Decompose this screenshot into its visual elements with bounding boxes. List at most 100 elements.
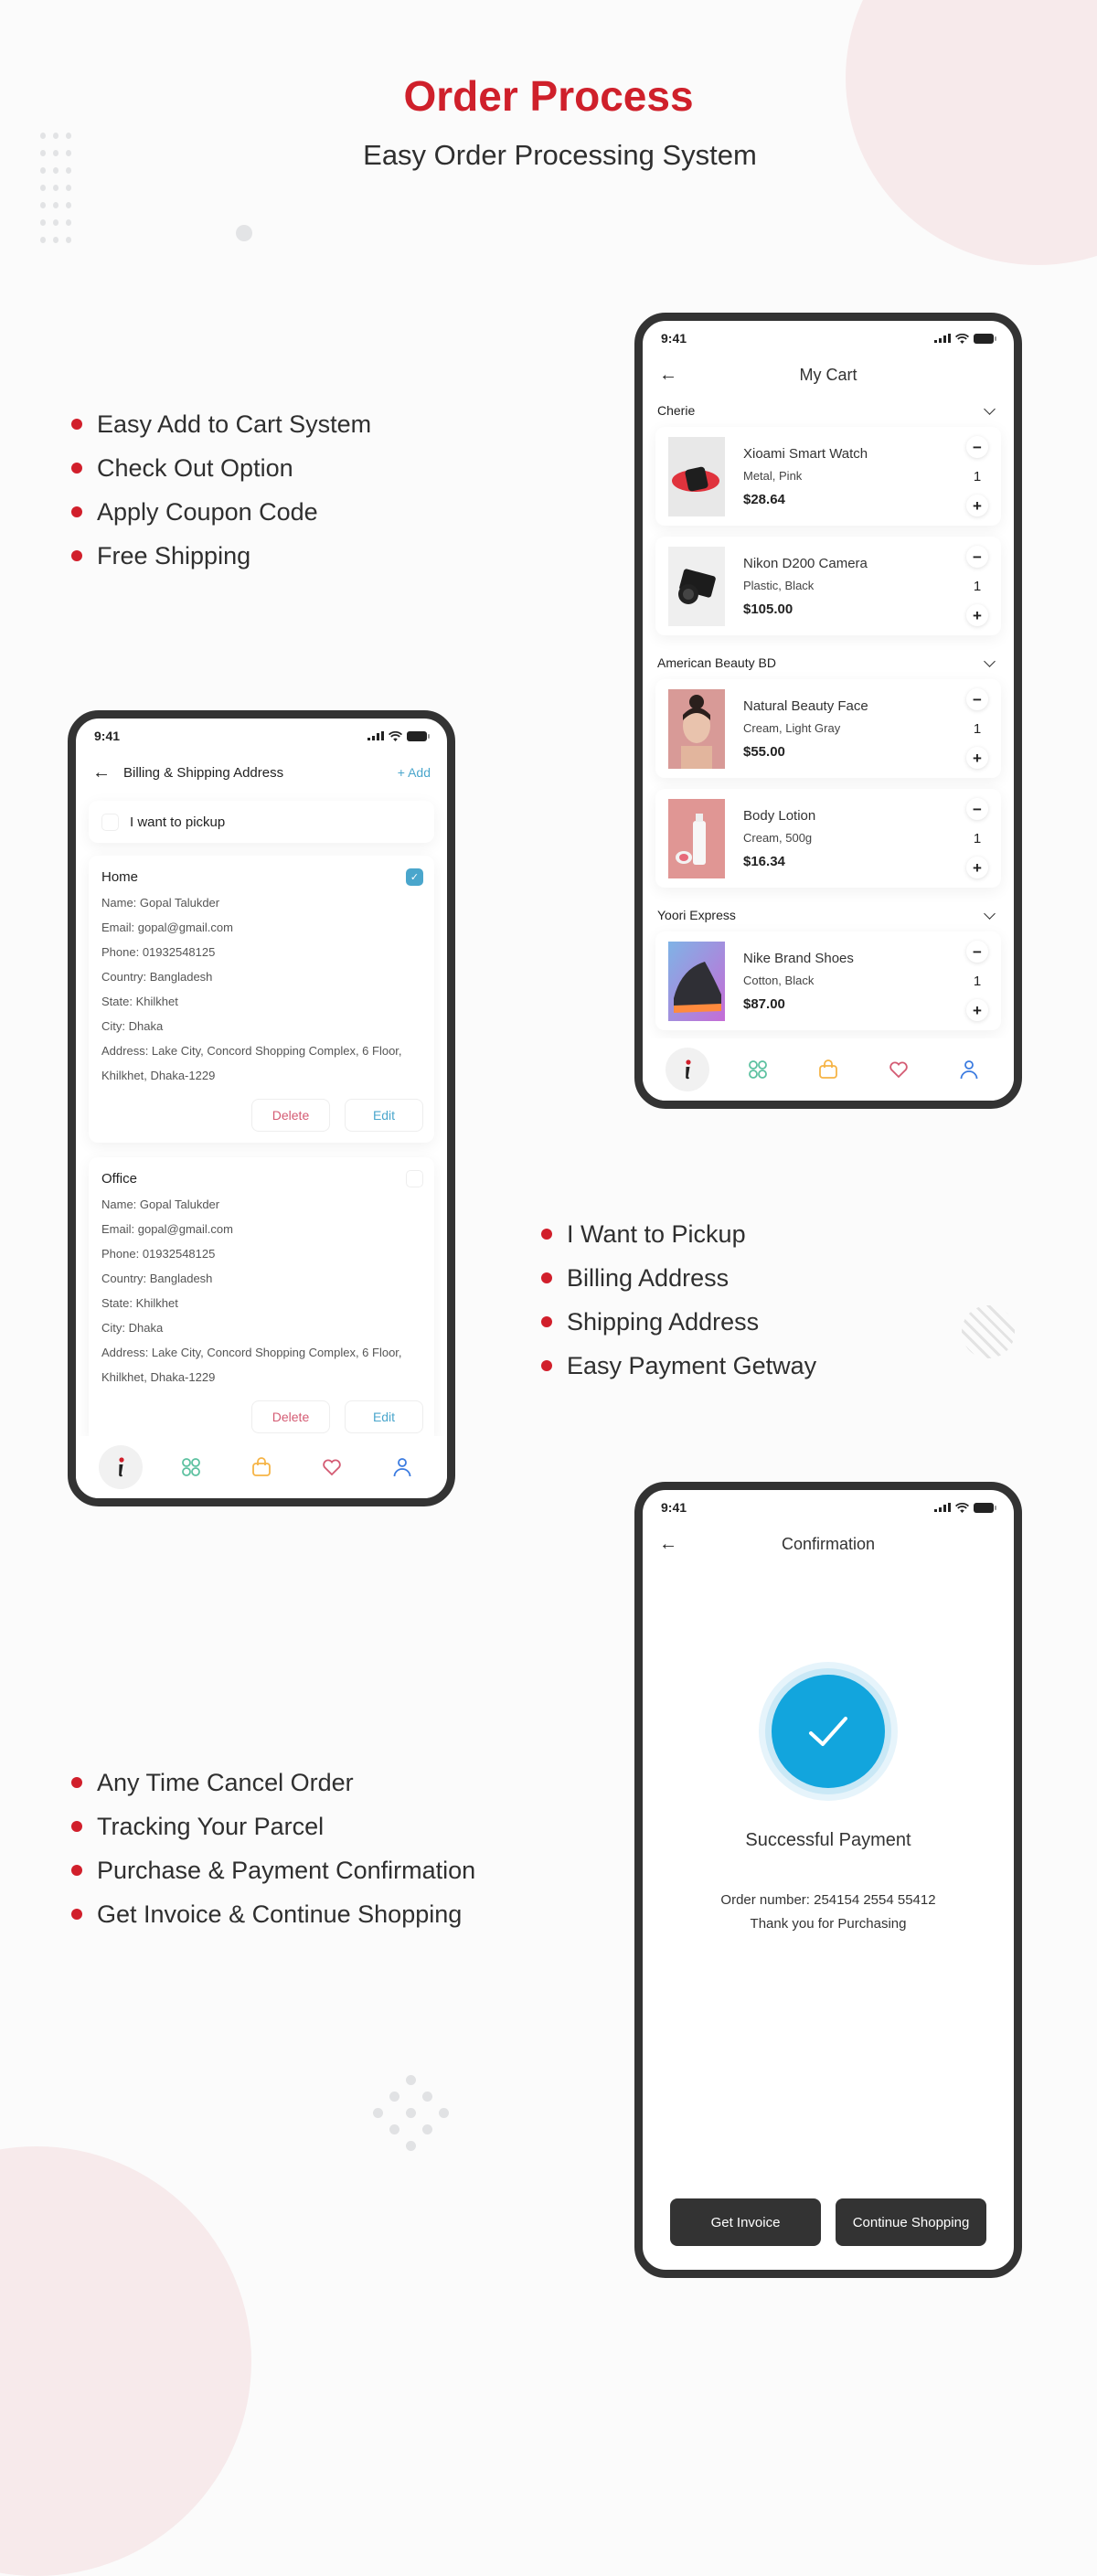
product-variant: Plastic, Black	[743, 578, 815, 592]
chevron-down-icon[interactable]	[984, 907, 996, 920]
chevron-down-icon[interactable]	[984, 655, 996, 667]
decrease-button[interactable]: −	[966, 688, 988, 710]
grid-icon	[180, 1456, 202, 1478]
pickup-checkbox[interactable]	[101, 813, 119, 831]
decrease-button[interactable]: −	[966, 546, 988, 568]
address-detail: Name: Gopal Talukder	[101, 896, 220, 910]
store-header[interactable]: American Beauty BD	[655, 646, 1001, 679]
feature-label: Billing Address	[567, 1263, 730, 1292]
app-bar: ← Confirmation	[643, 1525, 1014, 1563]
bullet-icon	[541, 1272, 552, 1283]
nav-item-wishlist[interactable]	[310, 1445, 354, 1489]
decor-dot	[422, 2092, 432, 2102]
increase-button[interactable]: +	[966, 495, 988, 516]
heart-icon	[321, 1456, 343, 1478]
status-bar: 9:41	[76, 719, 447, 753]
product-image-face-portrait	[668, 688, 725, 769]
increase-button[interactable]: +	[966, 604, 988, 626]
cart-list[interactable]: Cherie Xioami Smart Watch Metal, Pink $28.6…	[643, 394, 1014, 1030]
address-card-header: Office	[101, 1168, 423, 1188]
feature-list-address: I Want to Pickup Billing Address Shipping …	[541, 1212, 816, 1388]
increase-button[interactable]: +	[966, 999, 988, 1021]
nav-item-bag[interactable]	[806, 1048, 850, 1091]
delete-address-button[interactable]: Delete	[251, 1099, 330, 1132]
quantity-stepper: − 1 +	[966, 688, 988, 769]
decrease-button[interactable]: −	[966, 798, 988, 820]
feature-item: Shipping Address	[541, 1300, 816, 1344]
back-arrow-icon[interactable]: ←	[92, 762, 111, 783]
signal-icon	[934, 1503, 951, 1512]
edit-address-button[interactable]: Edit	[345, 1400, 423, 1433]
add-address-button[interactable]: + Add	[398, 765, 431, 780]
decor-dot	[40, 219, 46, 226]
bullet-icon	[71, 463, 82, 474]
pickup-label: I want to pickup	[130, 814, 226, 830]
nav-item-profile[interactable]	[380, 1445, 424, 1489]
decor-dot	[406, 2141, 416, 2151]
cart-item: Nike Brand Shoes Cotton, Black $87.00 − 1 +	[655, 931, 1001, 1030]
nav-item-home[interactable]	[98, 1445, 143, 1489]
address-detail: Address: Lake City, Concord Shopping Com…	[101, 1044, 402, 1082]
store-header[interactable]: Yoori Express	[655, 899, 1001, 931]
thank-you-text: Thank you for Purchasing	[750, 1916, 907, 1932]
delete-address-button[interactable]: Delete	[251, 1400, 330, 1433]
decor-dot	[373, 2108, 383, 2118]
address-select-checkbox[interactable]: ✓	[406, 868, 423, 886]
product-image-sneakers	[668, 941, 725, 1021]
decor-dot	[66, 202, 71, 208]
feature-label: Any Time Cancel Order	[97, 1768, 354, 1796]
nav-item-home[interactable]	[665, 1048, 709, 1091]
feature-label: Apply Coupon Code	[97, 497, 318, 526]
address-card: Home ✓ Name: Gopal Talukder Email: gopal@gm…	[89, 856, 434, 1143]
battery-icon	[407, 730, 430, 741]
chevron-down-icon[interactable]	[984, 402, 996, 415]
shopping-bag-icon	[817, 1059, 839, 1080]
decrease-button[interactable]: −	[966, 941, 988, 963]
feature-label: Easy Payment Getway	[567, 1351, 817, 1379]
decor-dot	[66, 133, 71, 139]
feature-item: Get Invoice & Continue Shopping	[71, 1892, 475, 1936]
product-name: Xioami Smart Watch	[743, 445, 868, 462]
back-arrow-icon[interactable]: ←	[659, 1534, 677, 1555]
product-name: Natural Beauty Face	[743, 697, 868, 714]
get-invoice-button[interactable]: Get Invoice	[670, 2198, 821, 2246]
product-variant: Cotton, Black	[743, 973, 815, 987]
address-select-checkbox[interactable]	[406, 1169, 423, 1187]
app-bar: ← My Cart	[643, 356, 1014, 394]
screen-title: My Cart	[799, 365, 857, 384]
signal-icon	[934, 334, 951, 343]
decor-dot	[53, 219, 59, 226]
feature-label: Check Out Option	[97, 453, 293, 482]
address-detail: Country: Bangladesh	[101, 1272, 213, 1285]
decor-dot-diamond	[373, 2075, 455, 2157]
decor-dot	[40, 185, 46, 191]
grid-icon	[747, 1059, 769, 1080]
quantity-value: 1	[973, 578, 982, 594]
phone-address: 9:41 ← Billing & Shipping Address + Add …	[68, 710, 455, 1506]
decor-dot	[40, 133, 46, 139]
page-subtitle: Easy Order Processing System	[363, 139, 757, 171]
increase-button[interactable]: +	[966, 747, 988, 769]
address-title: Office	[101, 1170, 137, 1187]
nav-item-categories[interactable]	[169, 1445, 213, 1489]
nav-item-categories[interactable]	[736, 1048, 780, 1091]
decrease-button[interactable]: −	[966, 436, 988, 458]
nav-item-profile[interactable]	[947, 1048, 991, 1091]
store-name: American Beauty BD	[657, 655, 776, 670]
nav-item-bag[interactable]	[240, 1445, 283, 1489]
nav-item-wishlist[interactable]	[877, 1048, 921, 1091]
back-arrow-icon[interactable]: ←	[659, 365, 677, 386]
feature-item: Easy Add to Cart System	[71, 402, 371, 446]
continue-shopping-button[interactable]: Continue Shopping	[836, 2198, 986, 2246]
feature-label: Tracking Your Parcel	[97, 1812, 325, 1840]
info-logo-icon	[110, 1456, 132, 1478]
pickup-option[interactable]: I want to pickup	[89, 801, 434, 843]
battery-icon	[974, 1502, 996, 1513]
store-header[interactable]: Cherie	[655, 394, 1001, 427]
address-detail: Email: gopal@gmail.com	[101, 921, 233, 934]
feature-item: Any Time Cancel Order	[71, 1761, 475, 1804]
edit-address-button[interactable]: Edit	[345, 1099, 423, 1132]
increase-button[interactable]: +	[966, 857, 988, 878]
feature-label: Shipping Address	[567, 1307, 760, 1336]
feature-item: Purchase & Payment Confirmation	[71, 1848, 475, 1892]
